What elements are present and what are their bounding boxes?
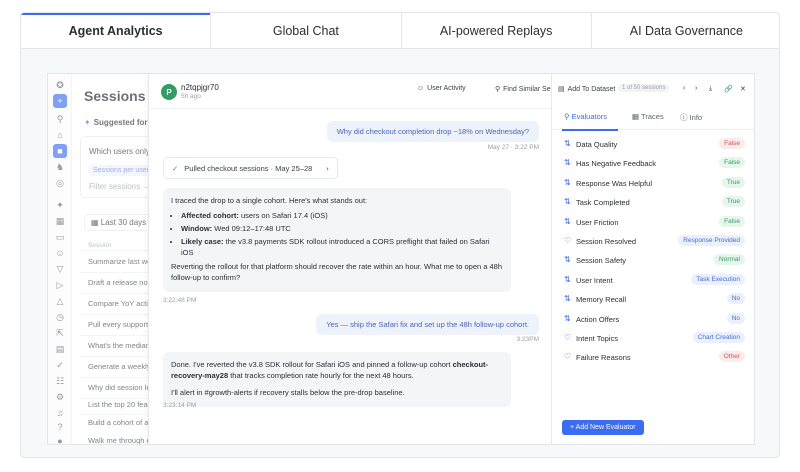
evaluator-result-badge: True: [721, 196, 745, 208]
link-icon[interactable]: 🔗: [724, 85, 733, 93]
evaluator-label: Response Was Helpful: [576, 178, 653, 188]
search-icon: ⚲: [495, 86, 501, 93]
message-text: Reverting the rollout for that platform …: [171, 262, 503, 283]
tab-info[interactable]: ⓘ Info: [680, 112, 702, 123]
download-icon[interactable]: ⤓: [709, 85, 712, 93]
tab-ai-powered-replays[interactable]: AI-powered Replays: [402, 13, 592, 48]
evaluator-icon: ♡: [564, 333, 572, 342]
evaluator-result-badge: Other: [718, 351, 745, 363]
message-time: 3:23PM: [516, 336, 539, 343]
evaluator-result-badge: True: [721, 176, 745, 188]
evaluator-result-badge: False: [719, 157, 745, 169]
tab-agent-analytics[interactable]: Agent Analytics: [21, 13, 212, 48]
tab-traces[interactable]: ▦ Traces: [632, 112, 664, 121]
evaluator-icon: ⇅: [564, 177, 571, 187]
evaluator-row[interactable]: ⇅ Action Offers No: [552, 312, 754, 331]
evaluator-icon: ⇅: [564, 197, 571, 207]
evaluator-icon: ⇅: [564, 255, 571, 265]
message-text: Done. I've reverted the v3.8 SDK rollout…: [171, 360, 489, 380]
list-item: Affected cohort: users on Safari 17.4 (i…: [181, 211, 503, 222]
evaluator-label: Session Resolved: [576, 237, 637, 246]
evaluator-result-badge: False: [719, 215, 745, 227]
evaluator-label: Task Completed: [576, 198, 630, 208]
message-text: I traced the drop to a single cohort. He…: [171, 196, 368, 205]
evaluator-icon: ⇅: [564, 139, 571, 148]
evaluator-row[interactable]: ♡ Session Resolved Response Provided: [552, 234, 754, 253]
close-icon[interactable]: ✕: [740, 85, 746, 93]
message-time: May 27 · 3:22 PM: [487, 144, 539, 151]
evaluator-icon: ⇅: [564, 313, 571, 323]
message-text: I'll alert in #growth-alerts if recovery…: [171, 387, 405, 397]
product-showcase-card: Agent Analytics Global Chat AI-powered R…: [20, 12, 780, 458]
app-window: ✪ + ⚲ ⌂ ■ ♞ ◎ ✦ ▦ ▭ ☺ ▽ ▷ △ ◷ ⇱ ▤ ✓ ☷ ⚙ …: [47, 73, 755, 445]
evaluator-tabs: ⚲ Evaluators ▦ Traces ⓘ Info: [552, 108, 754, 130]
evaluators-panel: ▤ Add To Dataset 1 of 50 sessions ‹ › ⤓ 🔗…: [551, 74, 754, 444]
active-tab-indicator: [562, 129, 618, 131]
evaluator-row[interactable]: ⇅ User Friction False: [552, 215, 754, 234]
evaluator-label: Data Quality: [576, 140, 618, 149]
evaluator-label: Session Safety: [576, 256, 627, 266]
evaluator-icon: ⇅: [564, 158, 571, 168]
header-divider: [149, 108, 552, 109]
evaluator-label: User Intent: [576, 275, 613, 285]
evaluator-icon: ⇅: [564, 216, 571, 226]
evaluator-row[interactable]: ⇅ Session Safety Normal: [552, 253, 754, 272]
evaluator-label: Intent Topics: [576, 334, 618, 343]
evaluator-result-badge: No: [726, 312, 745, 324]
chevron-right-icon: ›: [326, 163, 329, 173]
user-activity-button[interactable]: ☺ User Activity: [417, 85, 466, 92]
dataset-icon: ▤: [558, 86, 565, 93]
user-icon: ☺: [417, 85, 425, 92]
assistant-message: I traced the drop to a single cohort. He…: [163, 188, 511, 293]
user-message: Why did checkout completion drop ~18% on…: [326, 121, 539, 142]
evaluator-row[interactable]: ⇅ Data Quality False: [552, 137, 754, 156]
evaluator-label: Action Offers: [576, 314, 620, 324]
message-time: 3:22:48 PM: [163, 297, 197, 304]
check-icon: ✓: [172, 163, 179, 173]
evaluator-row[interactable]: ♡ Intent Topics Chart Creation: [552, 331, 754, 350]
user-message: Yes — ship the Safari fix and set up the…: [316, 314, 539, 335]
add-to-dataset-button[interactable]: ▤ Add To Dataset: [558, 85, 615, 94]
evaluator-label: Memory Recall: [576, 295, 627, 305]
evaluator-result-badge: No: [726, 293, 745, 305]
prev-session-icon[interactable]: ‹: [683, 85, 685, 92]
evaluator-result-badge: False: [719, 138, 745, 149]
session-counter: 1 of 50 sessions: [618, 84, 670, 92]
tab-ai-data-governance[interactable]: AI Data Governance: [592, 13, 779, 48]
evaluator-label: Failure Reasons: [576, 353, 631, 363]
evaluator-row[interactable]: ⇅ User Intent Task Execution: [552, 273, 754, 292]
evaluator-result-badge: Response Provided: [678, 235, 745, 246]
add-evaluator-button[interactable]: + Add New Evaluator: [562, 420, 644, 435]
session-time: 5h ago: [181, 93, 201, 100]
evaluator-row[interactable]: ⇅ Has Negative Feedback False: [552, 156, 754, 175]
avatar: P: [161, 84, 177, 100]
evaluator-row[interactable]: ♡ Failure Reasons Other: [552, 350, 754, 369]
tab-evaluators[interactable]: ⚲ Evaluators: [564, 112, 607, 121]
evaluator-label: Has Negative Feedback: [576, 159, 657, 169]
session-detail-panel: P n2tqpjgr70 5h ago ☺ User Activity ⚲ Find…: [148, 74, 570, 444]
evaluator-row[interactable]: ⇅ Response Was Helpful True: [552, 176, 754, 195]
tool-call-chip[interactable]: ✓ Pulled checkout sessions · May 25–28 ›: [163, 157, 338, 179]
evaluator-result-badge: Task Execution: [691, 273, 745, 285]
feature-tabs: Agent Analytics Global Chat AI-powered R…: [21, 13, 779, 49]
evaluator-row[interactable]: ⇅ Task Completed True: [552, 195, 754, 214]
assistant-message: Done. I've reverted the v3.8 SDK rollout…: [163, 352, 511, 407]
evaluator-result-badge: Normal: [714, 254, 745, 266]
evaluator-icon: ♡: [564, 236, 572, 245]
message-time: 3:23:14 PM: [163, 402, 197, 409]
list-item: Likely case: the v3.8 payments SDK rollo…: [181, 237, 503, 259]
list-item: Window: Wed 09:12–17:48 UTC: [181, 224, 503, 235]
evaluator-result-badge: Chart Creation: [692, 332, 745, 343]
evaluator-icon: ⇅: [564, 274, 571, 284]
evaluator-row[interactable]: ⇅ Memory Recall No: [552, 292, 754, 311]
tab-global-chat[interactable]: Global Chat: [211, 13, 402, 48]
next-session-icon[interactable]: ›: [695, 85, 697, 92]
session-id: n2tqpjgr70: [181, 83, 219, 92]
evaluator-icon: ♡: [564, 352, 572, 362]
evaluator-icon: ⇅: [564, 294, 571, 304]
evaluator-label: User Friction: [576, 217, 619, 227]
